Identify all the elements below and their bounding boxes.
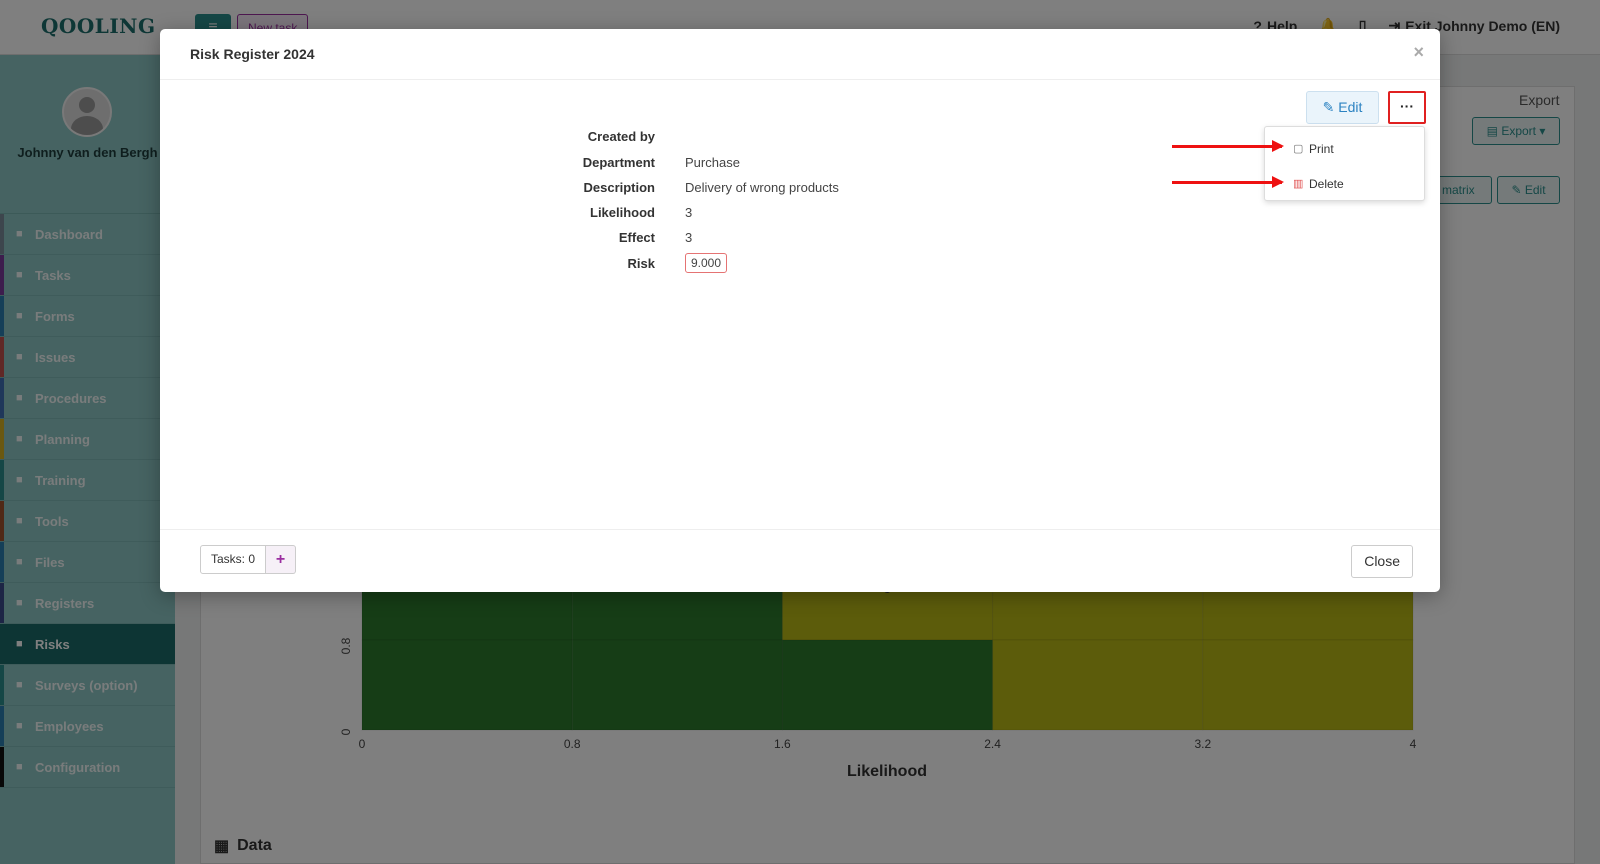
field-label: Description [583, 180, 655, 195]
delete-label: Delete [1309, 177, 1344, 191]
annotation-arrow-delete [1172, 176, 1284, 188]
tasks-count-button[interactable]: Tasks: 0 [200, 545, 267, 574]
delete-menu-item[interactable]: ▥ Delete [1265, 170, 1424, 198]
edit-icon: ✎ [1322, 99, 1339, 115]
close-icon[interactable]: × [1413, 42, 1424, 63]
risk-label: Risk [627, 256, 655, 271]
print-menu-item[interactable]: ▢ Print [1265, 135, 1424, 163]
field-value: 3 [685, 230, 693, 245]
modal-header: Risk Register 2024 × [160, 29, 1440, 80]
edit-button[interactable]: ✎ Edit [1306, 91, 1379, 124]
add-task-button[interactable]: + [266, 545, 297, 574]
field-label: Likelihood [590, 205, 655, 220]
field-row: Effect 3 [160, 230, 960, 255]
more-options-dropdown: ▢ Print ▥ Delete [1264, 126, 1425, 201]
field-row: Likelihood 3 [160, 205, 960, 230]
modal-title: Risk Register 2024 [190, 46, 315, 62]
field-value: 3 [685, 205, 693, 220]
trash-icon: ▥ [1293, 178, 1304, 190]
field-row: Description Delivery of wrong products [160, 180, 960, 205]
field-value: Purchase [685, 155, 740, 170]
field-label: Effect [618, 230, 655, 245]
close-button[interactable]: Close [1351, 545, 1413, 578]
print-label: Print [1309, 142, 1334, 156]
more-options-button[interactable]: ··· [1388, 91, 1426, 124]
field-row: Created by [160, 129, 960, 154]
field-label: Department [582, 155, 655, 170]
edit-button-label: Edit [1338, 99, 1363, 115]
modal-footer: Tasks: 0 + Close [160, 529, 1440, 592]
field-label: Created by [587, 129, 655, 144]
risk-score-badge: 9.000 [685, 253, 728, 273]
risk-row: Risk 9.000 [160, 253, 960, 281]
risk-detail-modal: Risk Register 2024 × Created by Departmen… [160, 29, 1440, 592]
tasks-group: Tasks: 0 + [200, 545, 297, 574]
annotation-arrow-print [1172, 140, 1284, 152]
field-value: Delivery of wrong products [685, 180, 839, 195]
file-pdf-icon: ▢ [1293, 143, 1304, 155]
field-row: Department Purchase [160, 155, 960, 180]
